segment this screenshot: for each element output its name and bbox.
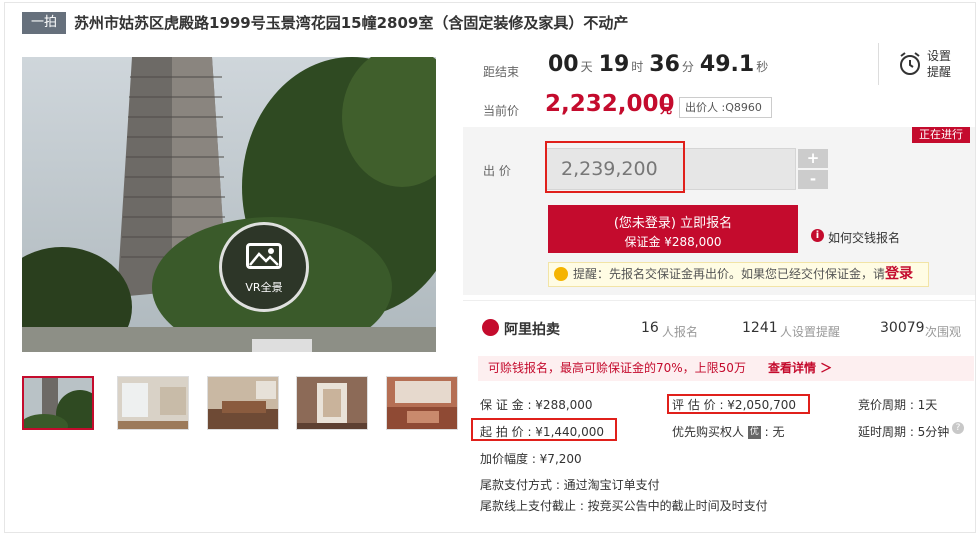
auction-round-tag: 一拍 [22, 12, 66, 34]
priority-label: 优先购买权人 [672, 425, 745, 439]
current-price-label: 当前价 [483, 104, 520, 118]
ali-auction-logo: 阿里拍卖 [482, 318, 562, 338]
increase-bid-button[interactable]: + [798, 149, 828, 168]
how-to-pay-link[interactable]: 如何交钱报名 [828, 229, 900, 246]
bidder-badge: 出价人 :Q8960 [679, 97, 772, 118]
view-details-link[interactable]: 查看详情 ＞ [768, 356, 832, 381]
divider [878, 43, 879, 85]
countdown-seconds: 49.1 [699, 52, 755, 77]
page-title: 苏州市姑苏区虎殿路1999号玉景湾花园15幢2809室（含固定装修及家具）不动产 [74, 14, 629, 32]
countdown-hours: 19 [598, 52, 630, 77]
reminder-unit: 人设置提醒 [780, 325, 841, 339]
signup-unit: 人报名 [662, 325, 699, 339]
highlight-box-appraisal [667, 394, 810, 414]
status-badge: 正在进行 [912, 127, 970, 143]
payment-deadline: 尾款线上支付截止 : 按竞买公告中的截止时间及时支付 [480, 499, 768, 513]
seconds-unit: 秒 [756, 60, 769, 74]
vr-panorama-button[interactable]: VR全景 [219, 222, 309, 312]
highlight-box-bid [545, 141, 685, 193]
thumbnail-4[interactable] [296, 376, 368, 430]
set-reminder-button[interactable]: 设置提醒 [927, 48, 957, 80]
vr-label: VR全景 [245, 281, 283, 294]
divider [463, 300, 975, 301]
current-price: 2,232,000 [545, 91, 675, 117]
hours-unit: 时 [631, 60, 644, 74]
building-photo-image [22, 57, 436, 352]
register-button[interactable]: (您未登录) 立即报名 保证金 ¥288,000 [548, 205, 798, 253]
loan-promo-banner: 可赊钱报名，最高可赊保证金的70%，上限50万 查看详情 ＞ [478, 356, 974, 381]
view-unit: 次围观 [925, 325, 962, 339]
login-link[interactable]: 登录 [885, 266, 913, 282]
priority-badge-icon: 优 [747, 426, 761, 439]
priority-buyer: 优先购买权人 优 : 无 [672, 423, 785, 440]
decrease-bid-button[interactable]: - [798, 170, 828, 189]
register-deposit: 保证金 ¥288,000 [624, 235, 722, 249]
login-tip: 提醒：先报名交保证金再出价。如果您已经交付保证金，请登录 [548, 262, 929, 287]
thumbnail-1[interactable] [22, 376, 94, 430]
help-icon[interactable]: ? [952, 422, 964, 434]
payment-method: 尾款支付方式 : 通过淘宝订单支付 [480, 478, 660, 492]
countdown-days: 00 [548, 52, 579, 77]
countdown-timer: 00 天 19 时 36 分 49.1 秒 [548, 52, 774, 77]
thumbnail-3[interactable] [207, 376, 279, 430]
register-label: (您未登录) 立即报名 [613, 216, 733, 231]
alarm-clock-icon[interactable] [898, 52, 922, 76]
ali-auction-logo-icon [482, 319, 499, 336]
reminder-count: 1241 [742, 320, 778, 336]
thumbnail-2[interactable] [117, 376, 189, 430]
highlight-box-start [471, 418, 617, 441]
lightbulb-icon [554, 267, 568, 281]
priority-value: : 无 [760, 425, 785, 439]
delay-cycle: 延时周期 : 5分钟 [858, 425, 950, 439]
bidding-cycle: 竞价周期 : 1天 [858, 398, 938, 412]
tip-text: 提醒：先报名交保证金再出价。如果您已经交付保证金，请 [573, 267, 886, 281]
deposit-value: 保 证 金 : ¥288,000 [480, 398, 593, 412]
countdown-label: 距结束 [483, 65, 520, 79]
view-count: 30079 [880, 320, 925, 336]
main-photo[interactable]: VR全景 [22, 57, 436, 352]
promo-text: 可赊钱报名，最高可赊保证金的70%，上限50万 [488, 361, 746, 375]
price-unit: 元 [660, 102, 673, 116]
image-icon [246, 243, 282, 269]
signup-count: 16 [641, 320, 659, 336]
bid-increment: 加价幅度 : ¥7,200 [480, 452, 582, 466]
minutes-unit: 分 [681, 60, 694, 74]
info-icon: i [811, 229, 824, 242]
thumbnail-5[interactable] [386, 376, 458, 430]
bid-label: 出 价 [483, 164, 511, 178]
countdown-minutes: 36 [649, 52, 680, 77]
days-unit: 天 [580, 60, 593, 74]
logo-text: 阿里拍卖 [504, 322, 560, 338]
